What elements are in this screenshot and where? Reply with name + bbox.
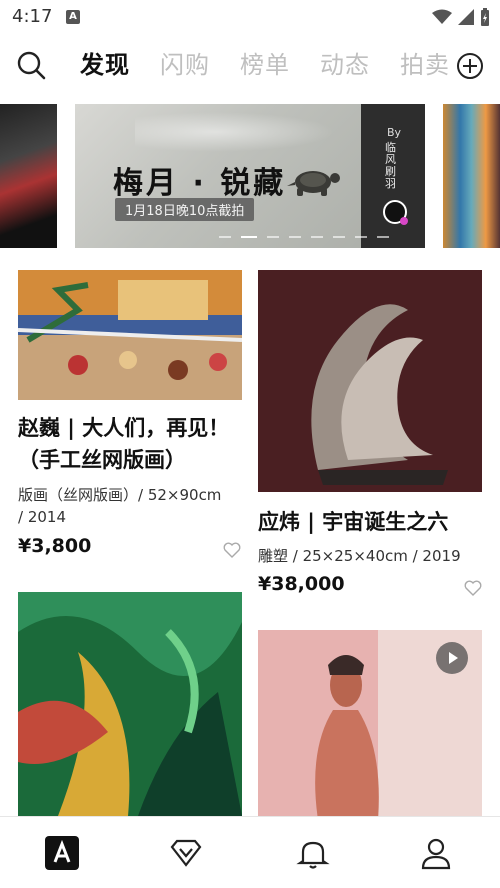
- banner-by-label: By: [386, 126, 401, 139]
- banner-author-panel: By 临风刷羽: [361, 104, 425, 248]
- top-navigation: 发现 闪购 榜单 动态 拍卖: [0, 34, 500, 94]
- turtle-illustration: [287, 171, 340, 196]
- profile-icon[interactable]: [418, 835, 454, 871]
- indicator-dot: [267, 236, 279, 238]
- indicator-dot: [377, 236, 389, 238]
- artwork-card[interactable]: 赵巍 | 大人们，再见！（手工丝网版画） 版画（丝网版画）/ 52×90cm /…: [18, 270, 242, 570]
- search-icon[interactable]: [16, 50, 46, 80]
- banner-ink-decoration: [135, 112, 335, 152]
- artwork-meta: 版画（丝网版画）/ 52×90cm / 2014: [18, 486, 222, 526]
- artwork-price: ¥38,000: [258, 573, 345, 595]
- banner-subtitle: 1月18日晚10点截拍: [115, 198, 255, 221]
- artwork-title[interactable]: 赵巍 | 大人们，再见！（手工丝网版画）: [18, 412, 242, 476]
- indicator-dot: [219, 236, 231, 238]
- tab-activity[interactable]: 动态: [320, 48, 370, 82]
- category-tabs: 发现 闪购 榜单 动态 拍卖: [80, 48, 450, 82]
- home-logo-icon[interactable]: [44, 835, 80, 871]
- author-avatar[interactable]: [383, 200, 408, 225]
- artwork-image[interactable]: [18, 270, 242, 400]
- status-bar: 4:17 A: [0, 0, 500, 34]
- play-icon: [449, 652, 458, 664]
- system-icons: [432, 8, 490, 26]
- tab-auction[interactable]: 拍卖: [400, 48, 450, 82]
- carousel-indicator: [219, 236, 389, 238]
- bottom-navigation: [0, 816, 500, 888]
- artwork-meta: 雕塑 / 25×25×40cm / 2019: [258, 547, 461, 565]
- signal-icon: [458, 9, 474, 25]
- tab-rankings[interactable]: 榜单: [240, 48, 290, 82]
- previous-banner-image[interactable]: [0, 104, 57, 248]
- heart-icon[interactable]: [223, 542, 241, 558]
- artwork-price: ¥3,800: [18, 535, 92, 557]
- banner-author: 临风刷羽: [385, 141, 396, 190]
- app-notification-icon: A: [66, 10, 80, 24]
- indicator-dot-active: [241, 236, 257, 238]
- indicator-dot: [311, 236, 323, 238]
- indicator-dot: [333, 236, 345, 238]
- banner-title: 梅月 · 锐藏: [113, 166, 287, 201]
- diamond-icon[interactable]: [168, 835, 204, 871]
- bell-icon[interactable]: [295, 835, 331, 871]
- artwork-image[interactable]: [18, 592, 242, 816]
- author-badge: [400, 217, 408, 225]
- play-video-button[interactable]: [436, 642, 468, 674]
- artwork-card[interactable]: [18, 592, 242, 816]
- tab-discover[interactable]: 发现: [80, 48, 130, 82]
- artwork-card[interactable]: 应炜 | 宇宙诞生之六 雕塑 / 25×25×40cm / 2019 ¥38,0…: [258, 270, 482, 605]
- tab-flash-sale[interactable]: 闪购: [160, 48, 210, 82]
- artwork-title[interactable]: 应炜 | 宇宙诞生之六: [258, 506, 482, 538]
- featured-banner[interactable]: 梅月 · 锐藏 1月18日晚10点截拍 By 临风刷羽: [75, 104, 425, 248]
- status-time: 4:17: [12, 6, 53, 27]
- indicator-dot: [355, 236, 367, 238]
- artwork-image[interactable]: [258, 270, 482, 492]
- next-banner-image[interactable]: [443, 104, 500, 248]
- heart-icon[interactable]: [464, 580, 482, 596]
- battery-icon: [481, 8, 489, 26]
- artwork-card[interactable]: [258, 630, 482, 816]
- add-icon[interactable]: [456, 52, 484, 80]
- indicator-dot: [289, 236, 301, 238]
- wifi-icon: [432, 9, 452, 24]
- banner-carousel[interactable]: 梅月 · 锐藏 1月18日晚10点截拍 By 临风刷羽: [0, 104, 500, 248]
